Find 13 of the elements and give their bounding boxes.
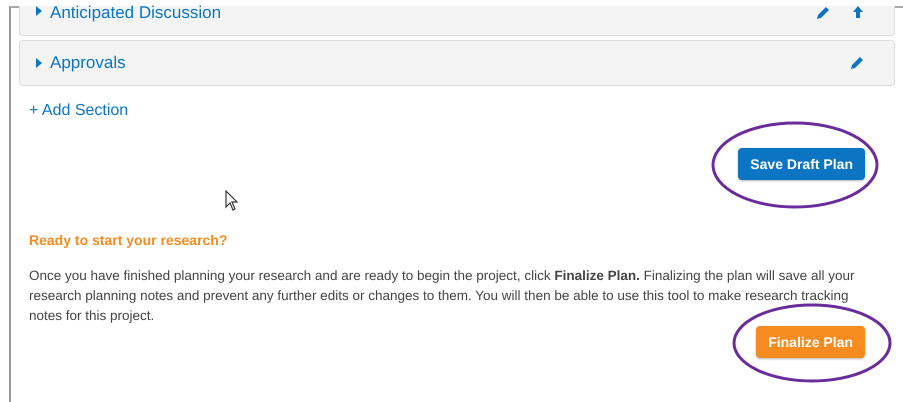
mouse-pointer-icon: [225, 190, 239, 212]
move-icon[interactable]: [852, 6, 864, 18]
section-panel[interactable]: Anticipated Discussion: [19, 6, 895, 36]
edit-icon[interactable]: [816, 6, 830, 20]
section-panel[interactable]: Approvals: [19, 40, 895, 86]
section-title: Anticipated Discussion: [50, 6, 222, 20]
edit-icon[interactable]: [850, 56, 864, 70]
add-section-link[interactable]: + Add Section: [29, 102, 128, 120]
finalize-plan-button[interactable]: Finalize Plan: [756, 326, 865, 358]
section-title: Approvals: [50, 53, 126, 73]
save-draft-button[interactable]: Save Draft Plan: [738, 148, 865, 180]
section-heading: Ready to start your research?: [29, 232, 228, 248]
instructions-text: Once you have finished planning your research and are ready to begin the project, click Finalize Plan. Finalizing the plan will save all your research planning notes and prevent any further edits or changes to them. You will then be able to use this tool to make research tracking notes for this project.: [29, 267, 856, 325]
